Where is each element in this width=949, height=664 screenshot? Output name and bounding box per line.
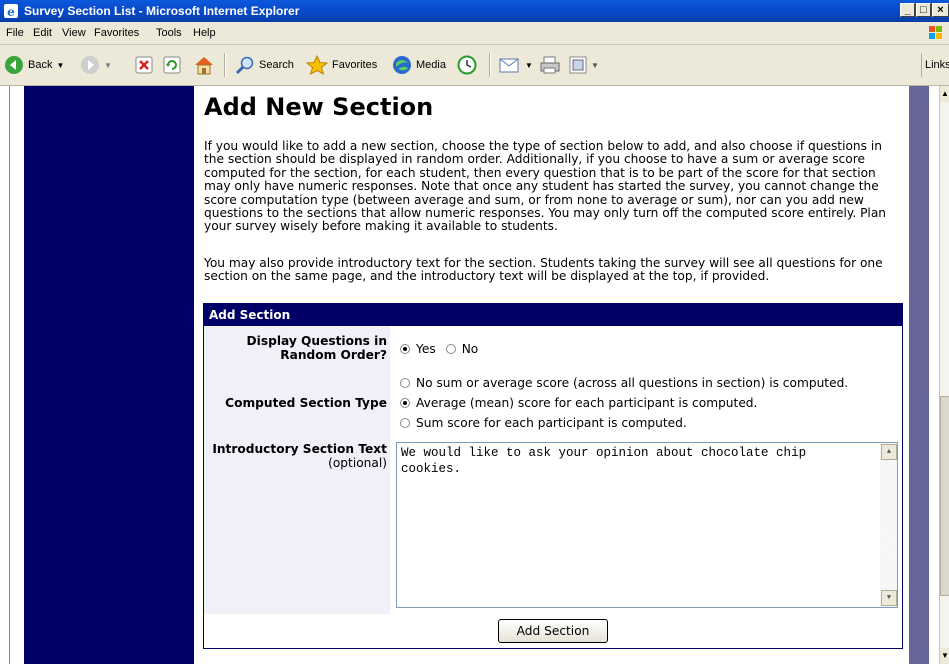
- toolbar-separator: [224, 53, 226, 77]
- favorites-label: Favorites: [332, 59, 378, 71]
- textarea-scroll-up-icon[interactable]: ▲: [881, 444, 897, 460]
- mail-icon: [499, 58, 519, 73]
- form-title: Add Section: [204, 304, 902, 326]
- media-icon: [393, 56, 411, 74]
- intro-text-optional: (optional): [328, 456, 387, 470]
- textarea-scrollbar[interactable]: ▲ ▼: [880, 443, 897, 607]
- menu-view[interactable]: View: [62, 27, 86, 39]
- page-viewport: Add New Section If you would like to add…: [0, 86, 929, 664]
- menu-tools[interactable]: Tools: [156, 27, 182, 39]
- scroll-down-icon[interactable]: ▼: [940, 648, 949, 664]
- intro-text-label-main: Introductory Section Text: [212, 442, 387, 456]
- favorites-button[interactable]: Favorites: [306, 54, 377, 76]
- left-navy-sidebar: [24, 86, 194, 664]
- computed-option-sum: Sum score for each participant is comput…: [400, 416, 687, 430]
- search-button[interactable]: Search: [235, 54, 294, 76]
- back-arrow-icon: [5, 56, 23, 74]
- stop-button[interactable]: [135, 54, 153, 76]
- forward-button[interactable]: ▼: [80, 54, 112, 76]
- back-label: Back: [28, 59, 53, 71]
- random-order-label: Display Questions in Random Order?: [246, 334, 387, 362]
- computed-sum-label: Sum score for each participant is comput…: [416, 416, 687, 430]
- home-icon: [195, 57, 213, 75]
- computed-none-label: No sum or average score (across all ques…: [416, 376, 849, 390]
- viewport-left-edge: [0, 86, 10, 664]
- stop-icon: [135, 56, 153, 74]
- computed-type-label: Computed Section Type: [225, 396, 387, 410]
- computed-average-radio[interactable]: [400, 398, 410, 408]
- links-button[interactable]: Links: [921, 53, 949, 77]
- intro-paragraph: If you would like to add a new section, …: [204, 139, 887, 234]
- refresh-icon: [163, 56, 181, 74]
- random-order-options: Yes No: [400, 342, 478, 356]
- intro-text-label: Introductory Section Text (optional): [207, 442, 387, 470]
- back-button[interactable]: Back ▼: [4, 54, 64, 76]
- edit-page-button[interactable]: ▼: [569, 54, 599, 76]
- close-button[interactable]: ×: [932, 3, 949, 17]
- search-label: Search: [259, 59, 294, 71]
- computed-average-label: Average (mean) score for each participan…: [416, 396, 758, 410]
- page-title: Add New Section: [204, 93, 434, 121]
- random-yes-radio[interactable]: [400, 344, 410, 354]
- print-button[interactable]: [539, 54, 561, 76]
- computed-sum-radio[interactable]: [400, 418, 410, 428]
- star-icon: [306, 55, 328, 75]
- minimize-button[interactable]: _: [900, 3, 915, 17]
- viewport-gap: [929, 86, 939, 664]
- toolbar-separator: [489, 53, 491, 77]
- maximize-button[interactable]: □: [916, 3, 931, 17]
- random-no-radio[interactable]: [445, 344, 456, 354]
- intro-paragraph-2: You may also provide introductory text f…: [204, 256, 883, 284]
- chevron-down-icon: ▼: [591, 60, 599, 70]
- menu-bar: File Edit View Favorites Tools Help: [0, 22, 949, 45]
- random-yes-label: Yes: [416, 342, 436, 356]
- computed-option-average: Average (mean) score for each participan…: [400, 396, 757, 410]
- intro-text-area[interactable]: We would like to ask your opinion about …: [396, 442, 898, 608]
- page-scrollbar[interactable]: ▲ ▼: [939, 86, 949, 664]
- window-title-bar[interactable]: e Survey Section List - Microsoft Intern…: [0, 0, 949, 22]
- mail-button[interactable]: ▼: [499, 54, 533, 76]
- add-section-form: Add Section Display Questions in Random …: [203, 303, 903, 649]
- media-button[interactable]: Media: [392, 54, 446, 76]
- form-label-column: [204, 326, 390, 614]
- history-icon: [457, 55, 477, 75]
- intro-text-value: We would like to ask your opinion about …: [401, 446, 807, 476]
- media-label: Media: [416, 59, 446, 71]
- windows-logo-icon: [927, 25, 945, 41]
- printer-icon: [540, 56, 560, 74]
- scroll-thumb[interactable]: [940, 396, 949, 596]
- refresh-button[interactable]: [163, 54, 181, 76]
- menu-edit[interactable]: Edit: [33, 27, 52, 39]
- scroll-up-icon[interactable]: ▲: [940, 86, 949, 102]
- add-section-button[interactable]: Add Section: [498, 619, 608, 643]
- history-button[interactable]: [457, 54, 477, 76]
- computed-option-none: No sum or average score (across all ques…: [400, 376, 848, 390]
- window-title: Survey Section List - Microsoft Internet…: [24, 4, 300, 18]
- forward-arrow-icon: [81, 56, 99, 74]
- search-icon: [235, 56, 254, 75]
- ie-icon: e: [3, 3, 19, 19]
- menu-help[interactable]: Help: [193, 27, 216, 39]
- textarea-scroll-down-icon[interactable]: ▼: [881, 590, 897, 606]
- chevron-down-icon: ▼: [56, 60, 65, 70]
- random-no-label: No: [461, 342, 479, 356]
- chevron-down-icon: ▼: [104, 60, 112, 70]
- home-button[interactable]: [193, 54, 215, 76]
- computed-none-radio[interactable]: [400, 378, 410, 388]
- chevron-down-icon: ▼: [525, 60, 533, 70]
- toolbar: Back ▼ ▼ Search Favorites Media ▼ ▼ Link: [0, 45, 949, 86]
- edit-icon: [569, 56, 587, 74]
- menu-file[interactable]: File: [6, 27, 24, 39]
- right-sidebar: [909, 86, 929, 664]
- menu-favorites[interactable]: Favorites: [94, 27, 139, 39]
- svg-text:e: e: [7, 5, 15, 19]
